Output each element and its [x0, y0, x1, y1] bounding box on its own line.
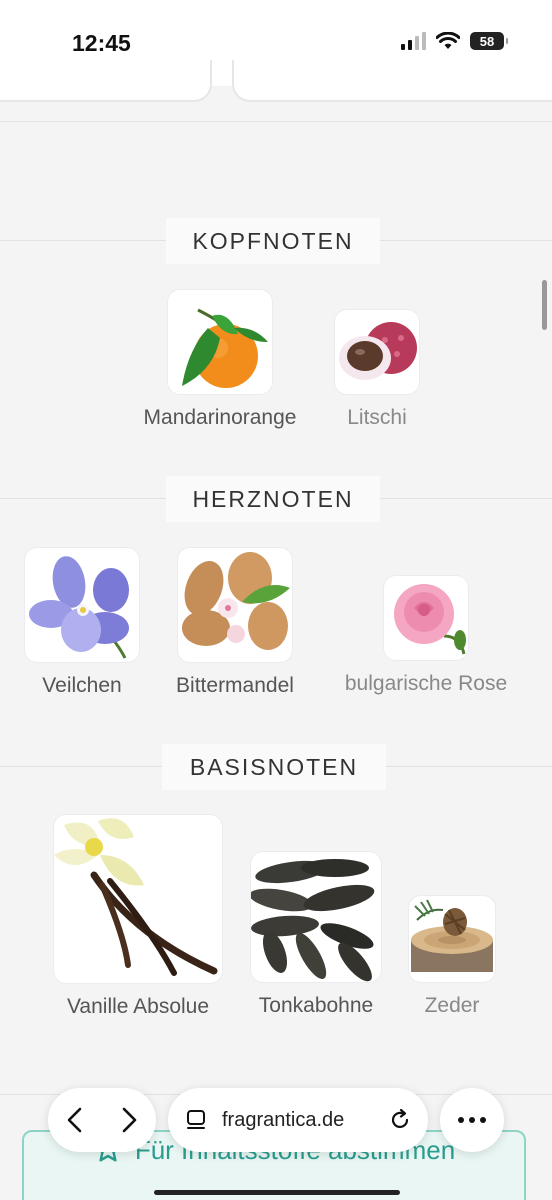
- status-time: 12:45: [72, 30, 131, 56]
- note-label: Tonkabohne: [258, 994, 374, 1017]
- tab-partial-left[interactable]: [0, 60, 212, 102]
- mandarin-image: [168, 290, 272, 394]
- section-title-heart-notes: HERZNOTEN: [166, 476, 380, 522]
- home-indicator[interactable]: [154, 1190, 400, 1195]
- note-label: Bittermandel: [176, 674, 294, 697]
- url-text[interactable]: fragrantica.de: [222, 1109, 374, 1132]
- lychee-image: [335, 310, 419, 394]
- more-icon: [458, 1117, 486, 1123]
- rose-image: [384, 576, 468, 660]
- back-icon[interactable]: [64, 1106, 86, 1134]
- violet-image: [25, 548, 139, 662]
- note-litschi[interactable]: Litschi: [322, 310, 432, 430]
- section-title-top-notes: KOPFNOTEN: [166, 218, 380, 264]
- more-button[interactable]: [440, 1088, 504, 1152]
- note-label: Zeder: [424, 994, 480, 1017]
- tabs-icon[interactable]: [184, 1108, 208, 1132]
- note-label: Litschi: [347, 406, 407, 429]
- address-bar[interactable]: fragrantica.de: [168, 1088, 428, 1152]
- browser-nav: [48, 1088, 156, 1152]
- note-veilchen[interactable]: Veilchen: [24, 548, 140, 698]
- note-tonkabohne[interactable]: Tonkabohne: [246, 852, 386, 1018]
- scrollbar[interactable]: [542, 280, 547, 330]
- reload-icon[interactable]: [388, 1108, 412, 1132]
- note-mandarinorange[interactable]: Mandarinorange: [128, 290, 312, 430]
- note-label: Vanille Absolue: [66, 995, 210, 1018]
- battery-icon: 58: [470, 32, 508, 50]
- note-bulgarische-rose[interactable]: bulgarische Rose: [328, 576, 524, 696]
- note-label: Veilchen: [42, 674, 122, 697]
- forward-icon[interactable]: [118, 1106, 140, 1134]
- wifi-icon: [436, 32, 460, 49]
- section-title-base-notes: BASISNOTEN: [162, 744, 386, 790]
- note-label: bulgarische Rose: [344, 672, 508, 695]
- signal-icon: [401, 32, 426, 50]
- almond-image: [178, 548, 292, 662]
- cedar-image: [409, 896, 495, 982]
- note-label: Mandarinorange: [143, 406, 297, 429]
- vanilla-image: [54, 815, 222, 983]
- note-vanille-absolue[interactable]: Vanille Absolue: [50, 815, 226, 1019]
- tonka-bean-image: [251, 852, 381, 982]
- status-icons: 58: [401, 32, 508, 50]
- note-bittermandel[interactable]: Bittermandel: [160, 548, 310, 698]
- divider: [0, 121, 552, 122]
- tab-partial-right[interactable]: [232, 60, 552, 102]
- note-zeder[interactable]: Zeder: [404, 896, 500, 1018]
